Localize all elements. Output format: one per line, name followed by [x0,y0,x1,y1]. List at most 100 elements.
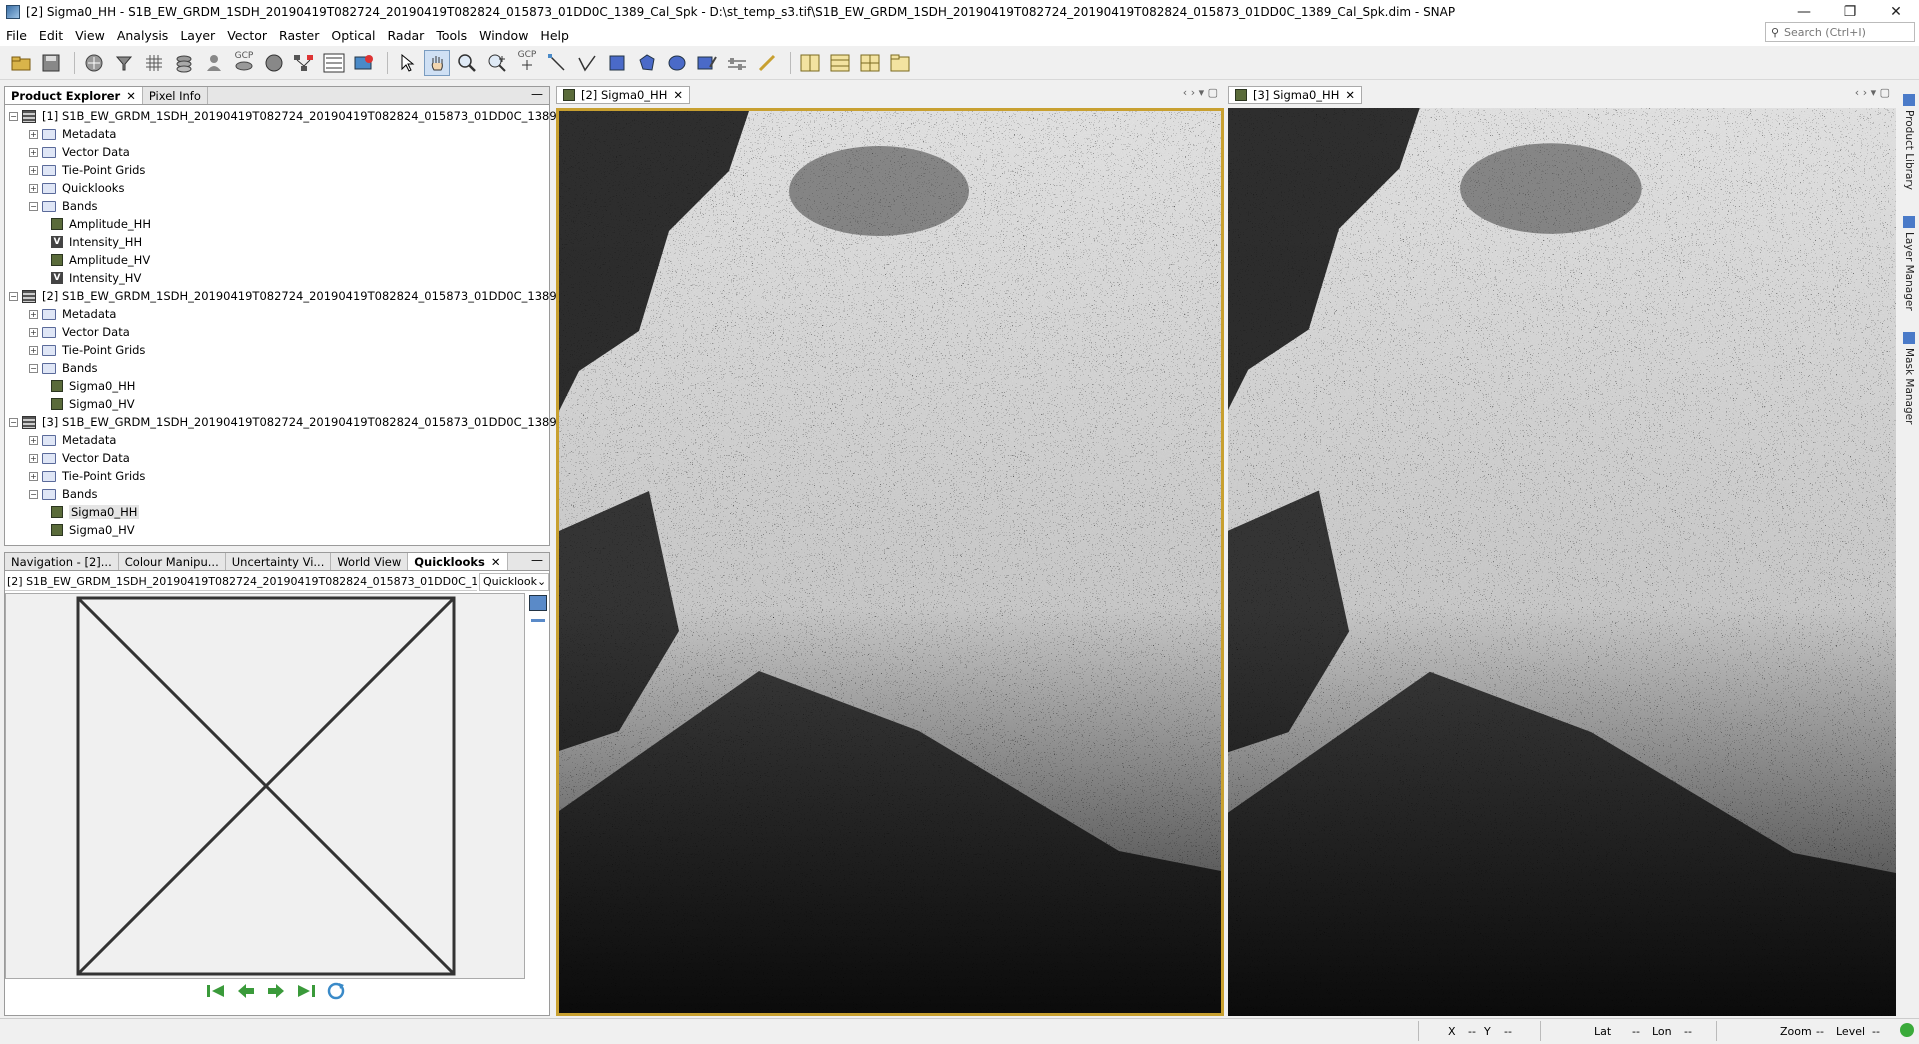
tree-group-vector-data[interactable]: + Vector Data [29,323,130,341]
tree-group-bands[interactable]: − Bands [29,197,98,215]
minimize-panel-icon[interactable]: — [531,553,543,567]
menu-analysis[interactable]: Analysis [111,28,175,43]
tab-layer-manager[interactable]: Layer Manager [1900,216,1918,311]
tree-group-metadata[interactable]: + Metadata [29,305,116,323]
menu-help[interactable]: Help [534,28,575,43]
polygon-draw-icon[interactable] [634,50,660,76]
sar-image-sigma0-hh-3[interactable] [1228,108,1896,1016]
next-icon[interactable] [265,981,287,1001]
collapse-icon[interactable]: − [9,417,18,427]
tile-single-icon[interactable] [887,50,913,76]
collapse-icon[interactable] [531,619,545,622]
minimize-panel-icon[interactable]: — [531,87,543,101]
menu-radar[interactable]: Radar [382,28,431,43]
menu-layer[interactable]: Layer [174,28,221,43]
expand-icon[interactable]: + [29,453,38,463]
tree-group-metadata[interactable]: + Metadata [29,431,116,449]
tab-mask-manager[interactable]: Mask Manager [1900,332,1918,424]
range-finder-icon[interactable] [724,50,750,76]
tree-group-tie-point-grids[interactable]: + Tie-Point Grids [29,161,145,179]
tab-quicklooks[interactable]: Quicklooks ✕ [408,553,508,570]
band-node[interactable]: Amplitude_HV [51,251,150,269]
menu-tools[interactable]: Tools [430,28,473,43]
select-tool-icon[interactable] [394,50,420,76]
tab-world-view[interactable]: World View [331,553,409,570]
expand-icon[interactable]: + [29,471,38,481]
rectangle-draw-icon[interactable] [604,50,630,76]
close-icon[interactable]: ✕ [1345,88,1355,102]
tree-group-tie-point-grids[interactable]: + Tie-Point Grids [29,341,145,359]
expand-icon[interactable]: + [29,309,38,319]
expand-icon[interactable]: + [29,435,38,445]
first-icon[interactable] [205,981,227,1001]
tree-group-bands[interactable]: − Bands [29,485,98,503]
pin-tool-icon[interactable] [484,50,510,76]
zoom-tool-icon[interactable] [454,50,480,76]
expand-icon[interactable]: + [29,183,38,193]
menu-view[interactable]: View [69,28,111,43]
product-select[interactable]: [2] S1B_EW_GRDM_1SDH_20190419T082724_201… [5,573,477,591]
minimize-button[interactable]: — [1781,0,1827,24]
tab-view-3-sigma0-hh[interactable]: [3] Sigma0_HH ✕ [1228,86,1362,104]
magic-wand-icon[interactable] [694,50,720,76]
globe-icon[interactable] [261,50,287,76]
graph-builder-icon[interactable] [321,50,347,76]
band-node[interactable]: V Intensity_HH [51,233,142,251]
menu-vector[interactable]: Vector [221,28,273,43]
tree-group-quicklooks[interactable]: + Quicklooks [29,179,124,197]
collapse-icon[interactable]: − [29,363,38,373]
collapse-icon[interactable]: − [9,291,18,301]
save-product-icon[interactable] [38,50,64,76]
band-maths-icon[interactable] [81,50,107,76]
close-window-button[interactable]: ✕ [1873,0,1919,24]
measure-icon[interactable] [754,50,780,76]
polyline-draw-icon[interactable] [574,50,600,76]
gcp-placing-icon[interactable]: GCP [514,50,540,76]
open-folder-icon[interactable] [529,595,547,611]
tree-group-tie-point-grids[interactable]: + Tie-Point Grids [29,467,145,485]
batch-icon[interactable] [351,50,377,76]
close-icon[interactable]: ✕ [673,88,683,102]
last-icon[interactable] [295,981,317,1001]
band-node[interactable]: Amplitude_HH [51,215,151,233]
search-input[interactable]: ⚲ Search (Ctrl+I) [1765,22,1915,42]
filter-icon[interactable] [111,50,137,76]
tile-evenly-icon[interactable] [857,50,883,76]
collapse-icon[interactable]: − [29,201,38,211]
stack-icon[interactable] [171,50,197,76]
network-icon[interactable] [291,50,317,76]
ellipse-draw-icon[interactable] [664,50,690,76]
person-icon[interactable] [201,50,227,76]
tile-vertical-icon[interactable] [827,50,853,76]
tab-colour-manipulation[interactable]: Colour Manipu... [119,553,226,570]
tile-horizontal-icon[interactable] [797,50,823,76]
open-product-icon[interactable] [8,50,34,76]
menu-file[interactable]: File [0,28,33,43]
menu-window[interactable]: Window [473,28,534,43]
band-node[interactable]: Sigma0_HH [51,503,140,521]
sar-image-sigma0-hh-2[interactable] [556,108,1224,1016]
restore-button[interactable]: ❐ [1827,0,1873,24]
collapse-icon[interactable]: − [9,111,18,121]
refresh-icon[interactable] [325,981,347,1001]
expand-icon[interactable]: + [29,345,38,355]
close-icon[interactable]: ✕ [126,89,136,103]
menu-raster[interactable]: Raster [273,28,325,43]
tab-view-2-sigma0-hh[interactable]: [2] Sigma0_HH ✕ [556,86,690,104]
line-draw-icon[interactable] [544,50,570,76]
tab-product-library[interactable]: Product Library [1900,94,1918,190]
product-node[interactable]: − [3] S1B_EW_GRDM_1SDH_20190419T082724_20… [9,413,581,431]
gc-status-icon[interactable] [1900,1023,1914,1037]
band-node[interactable]: V Intensity_HV [51,269,141,287]
tab-pixel-info[interactable]: Pixel Info [143,87,208,104]
product-node[interactable]: − [1] S1B_EW_GRDM_1SDH_20190419T082724_20… [9,107,557,125]
band-node[interactable]: Sigma0_HV [51,395,135,413]
expand-icon[interactable]: + [29,147,38,157]
expand-icon[interactable]: + [29,327,38,337]
collapse-icon[interactable]: − [29,489,38,499]
tab-product-explorer[interactable]: Product Explorer ✕ [5,87,143,104]
band-node[interactable]: Sigma0_HV [51,521,135,539]
expand-icon[interactable]: + [29,165,38,175]
band-node[interactable]: Sigma0_HH [51,377,135,395]
quicklook-select[interactable]: Quicklook ⌄ [479,573,549,591]
